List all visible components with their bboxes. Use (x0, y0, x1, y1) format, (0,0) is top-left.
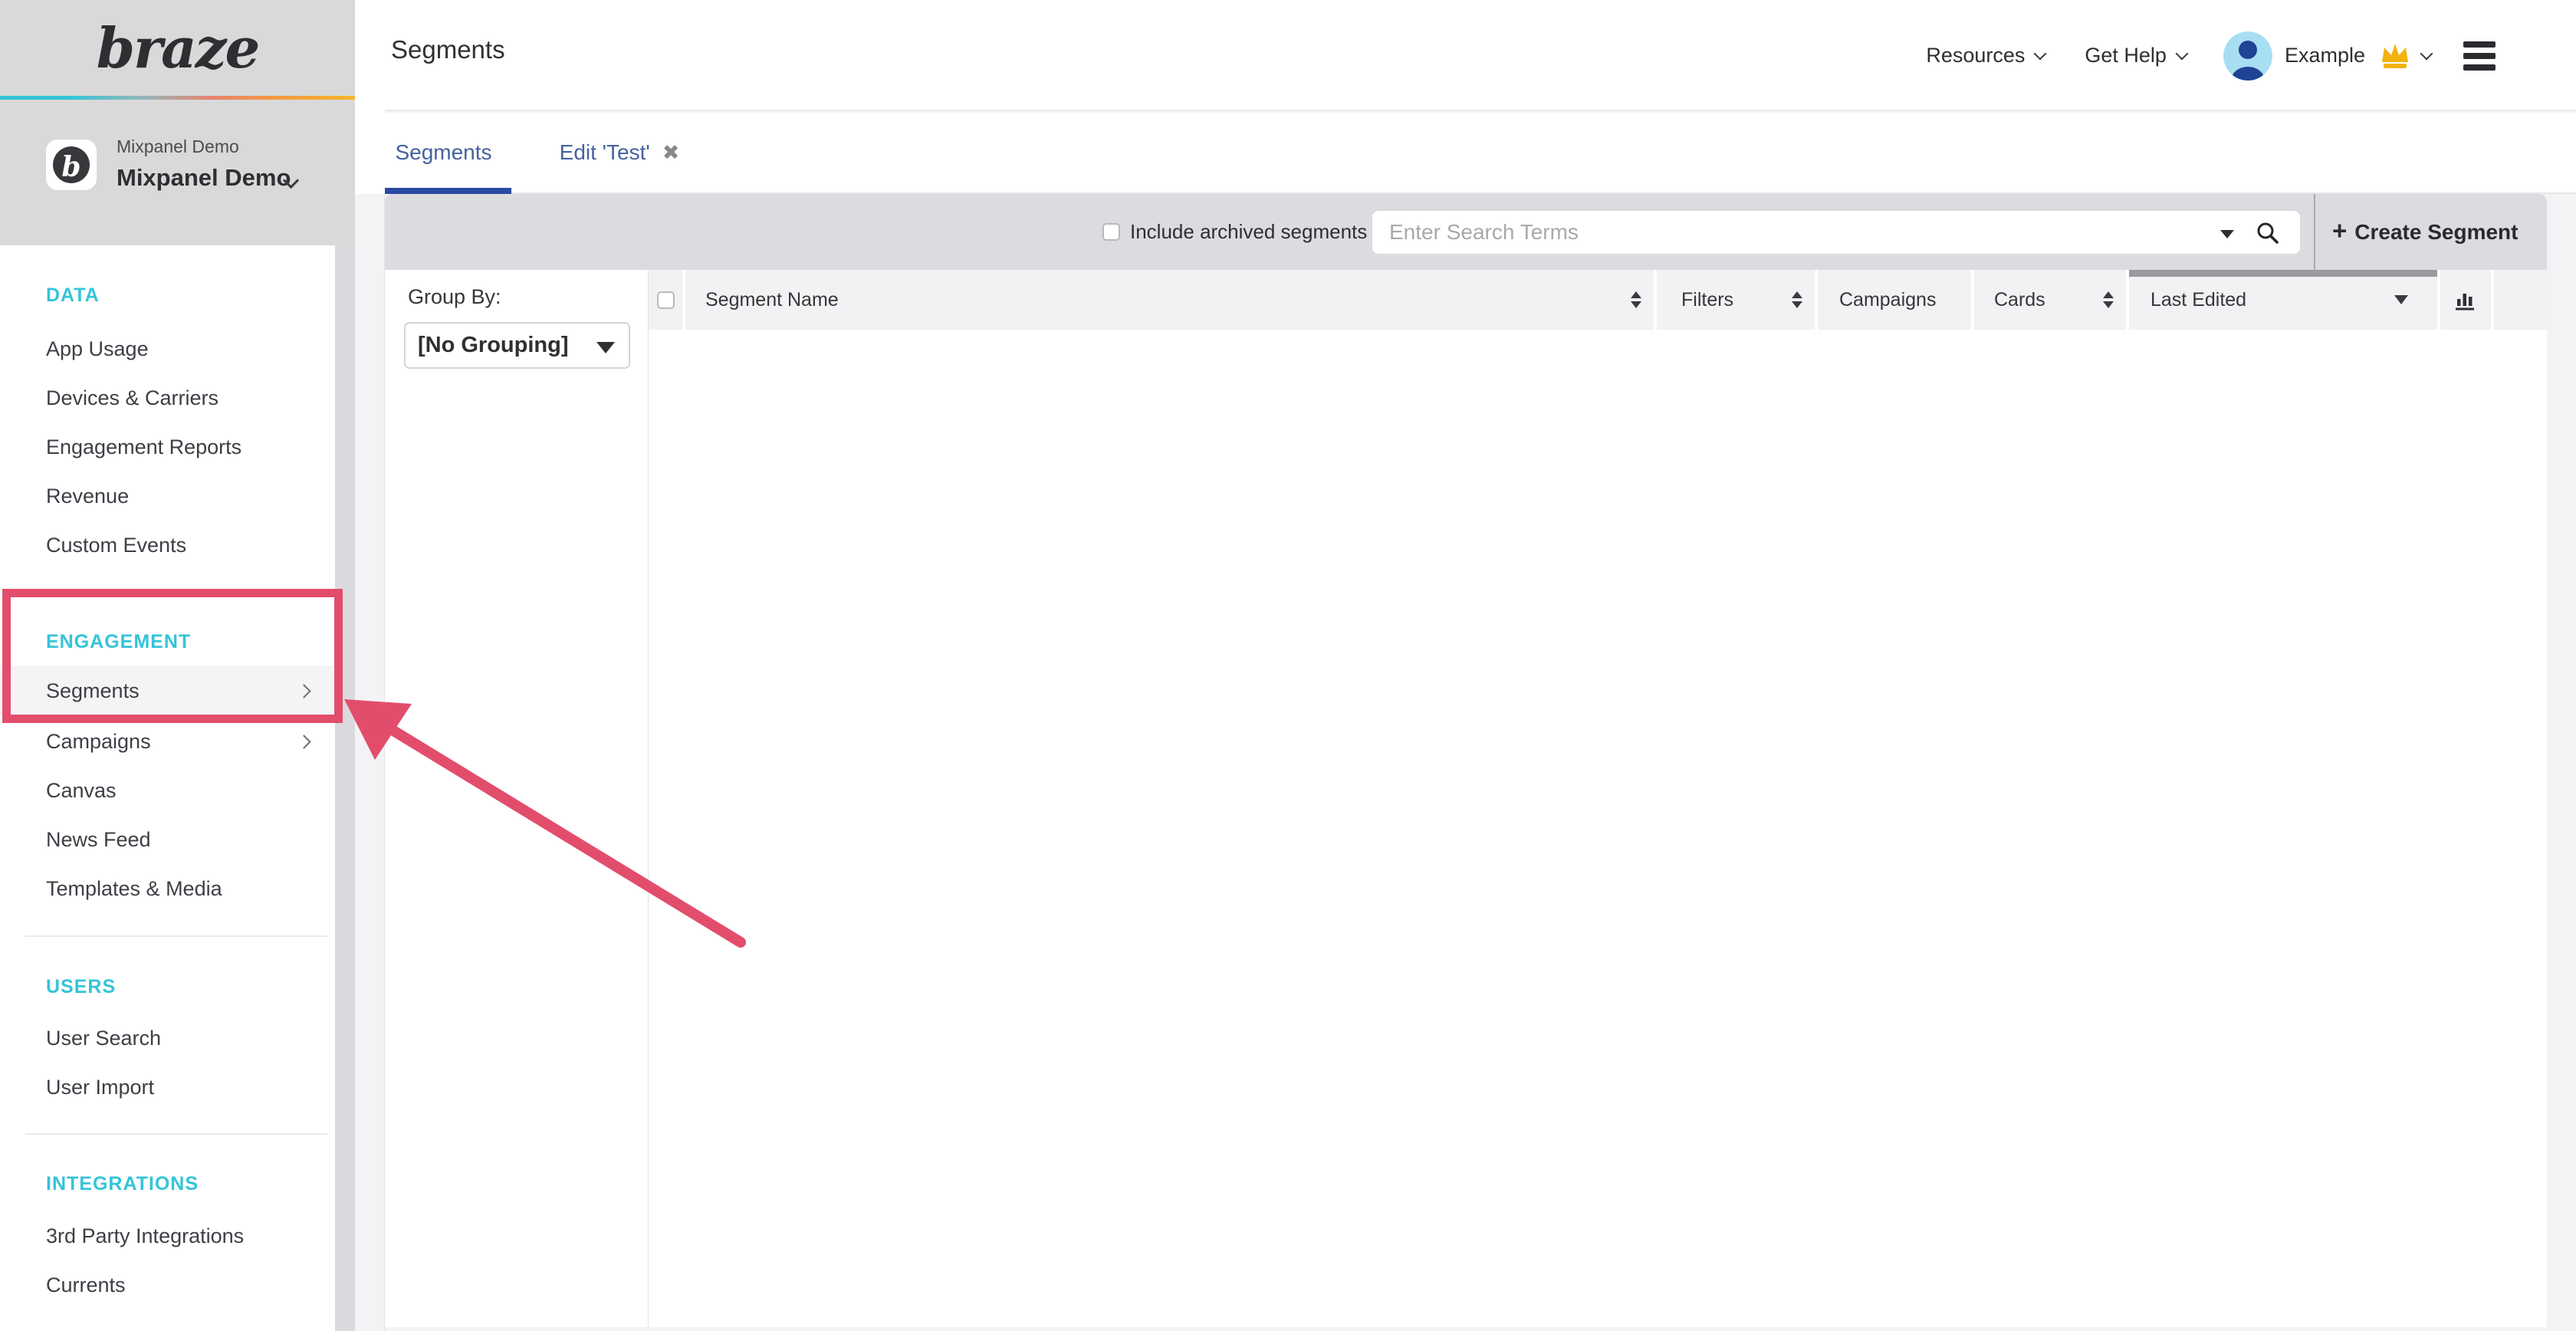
logo-block: braze (0, 0, 355, 96)
include-archived-checkbox[interactable] (1102, 223, 1120, 241)
sidebar-item-currents[interactable]: Currents (0, 1260, 335, 1310)
resources-label: Resources (1926, 44, 2025, 67)
search-box (1372, 211, 2300, 254)
select-caret-icon (596, 342, 615, 353)
group-by-panel: Group By: [No Grouping] (385, 270, 649, 1327)
group-by-label: Group By: (408, 285, 501, 309)
tab-bar: Segments Edit 'Test' ✖ (355, 113, 2576, 194)
header-spacer-cell (2494, 270, 2547, 330)
segments-toolbar: Include archived segments + Create Segme… (385, 194, 2547, 270)
sidebar-section-users: USERS (46, 968, 116, 1006)
close-icon[interactable]: ✖ (662, 141, 680, 165)
sort-icon[interactable] (2103, 291, 2114, 308)
avatar-person-icon (2223, 31, 2272, 81)
page-title: Segments (391, 35, 505, 64)
search-icon[interactable] (2256, 221, 2280, 245)
column-cards[interactable]: Cards (1974, 270, 2126, 330)
sidebar-item-app-usage[interactable]: App Usage (0, 324, 335, 373)
user-avatar[interactable] (2223, 31, 2272, 81)
title-bar: Segments Resources Get Help Exam (355, 0, 2576, 111)
create-segment-label: Create Segment (2354, 220, 2518, 245)
tab-edit-test[interactable]: Edit 'Test' ✖ (531, 113, 708, 192)
group-by-select[interactable]: [No Grouping] (404, 322, 630, 369)
sidebar-section-data: DATA (46, 276, 100, 314)
table-header-row: Segment Name Filters Campaigns Cards Las… (649, 270, 2547, 330)
get-help-menu[interactable]: Get Help (2085, 44, 2187, 67)
sidebar-gutter-lower (355, 194, 385, 1331)
chevron-right-icon (297, 735, 310, 748)
get-help-label: Get Help (2085, 44, 2167, 67)
chevron-down-icon (2420, 47, 2433, 60)
braze-logo[interactable]: braze (97, 15, 259, 81)
sidebar-item-label: Campaigns (46, 730, 151, 754)
tab-label: Segments (395, 140, 491, 165)
workspace-name: Mixpanel Demo (117, 164, 291, 192)
column-filters[interactable]: Filters (1657, 270, 1815, 330)
hamburger-menu-icon[interactable] (2463, 41, 2496, 71)
sidebar-item-user-search[interactable]: User Search (0, 1014, 335, 1063)
sidebar-item-user-import[interactable]: User Import (0, 1063, 335, 1112)
workspace-switcher[interactable]: b Mixpanel Demo Mixpanel Demo (0, 100, 355, 245)
workspace-label: Mixpanel Demo (117, 136, 239, 157)
column-campaigns[interactable]: Campaigns (1818, 270, 1971, 330)
sorted-column-indicator (2129, 270, 2437, 277)
segments-table: Segment Name Filters Campaigns Cards Las… (649, 270, 2547, 1327)
segments-panel: Include archived segments + Create Segme… (385, 194, 2547, 1327)
column-last-edited[interactable]: Last Edited (2129, 270, 2437, 330)
select-all-cell (649, 270, 682, 330)
workspace-icon: b (46, 140, 97, 190)
sidebar-item-devices-carriers[interactable]: Devices & Carriers (0, 373, 335, 422)
tab-segments[interactable]: Segments (376, 113, 511, 192)
sidebar-item-campaigns[interactable]: Campaigns (0, 716, 335, 767)
sidebar-divider (25, 1133, 327, 1135)
chevron-right-icon (297, 684, 310, 698)
sidebar-scrollbar[interactable] (335, 245, 355, 1331)
sidebar-section-integrations: INTEGRATIONS (46, 1165, 199, 1203)
braze-dashboard: braze b Mixpanel Demo Mixpanel Demo DATA… (0, 0, 2576, 1331)
sort-descending-icon[interactable] (2394, 295, 2408, 304)
sidebar-item-canvas[interactable]: Canvas (0, 766, 335, 815)
crown-icon (2379, 42, 2411, 70)
sort-icon[interactable] (1631, 291, 1641, 308)
sidebar-item-segments[interactable]: Segments (0, 666, 335, 716)
workspace-icon-circle: b (53, 146, 90, 183)
include-archived-label: Include archived segments (1130, 194, 1367, 270)
sidebar-item-news-feed[interactable]: News Feed (0, 815, 335, 864)
sidebar-divider (25, 935, 327, 937)
group-by-value: [No Grouping] (418, 333, 569, 358)
search-input[interactable] (1389, 211, 2194, 254)
search-dropdown-caret-icon[interactable] (2220, 230, 2234, 238)
select-all-checkbox[interactable] (657, 291, 675, 309)
tab-label: Edit 'Test' (560, 140, 650, 165)
active-tab-underline (376, 188, 511, 194)
bar-chart-icon (2453, 288, 2478, 312)
column-analytics[interactable] (2440, 270, 2491, 330)
plus-icon: + (2332, 216, 2347, 245)
sidebar: braze b Mixpanel Demo Mixpanel Demo DATA… (0, 0, 355, 1331)
column-segment-name[interactable]: Segment Name (685, 270, 1654, 330)
sidebar-item-engagement-reports[interactable]: Engagement Reports (0, 422, 335, 472)
chevron-down-icon (2034, 47, 2047, 60)
sidebar-item-revenue[interactable]: Revenue (0, 472, 335, 521)
sidebar-item-custom-events[interactable]: Custom Events (0, 521, 335, 570)
user-menu[interactable]: Example (2285, 42, 2431, 70)
title-bar-right: Resources Get Help Example (1926, 0, 2496, 111)
sidebar-item-3rd-party-integrations[interactable]: 3rd Party Integrations (0, 1211, 335, 1260)
workspace-b-glyph: b (61, 153, 80, 181)
user-name: Example (2285, 44, 2365, 67)
sidebar-item-templates-media[interactable]: Templates & Media (0, 864, 335, 913)
chevron-down-icon (2175, 47, 2188, 60)
sidebar-section-engagement: ENGAGEMENT (46, 623, 191, 661)
table-body-empty (649, 330, 2547, 1327)
resources-menu[interactable]: Resources (1926, 44, 2045, 67)
sidebar-item-label: Segments (46, 679, 140, 703)
toolbar-divider (2314, 194, 2315, 270)
create-segment-button[interactable]: + Create Segment (2332, 194, 2518, 270)
sort-icon[interactable] (1792, 291, 1802, 308)
